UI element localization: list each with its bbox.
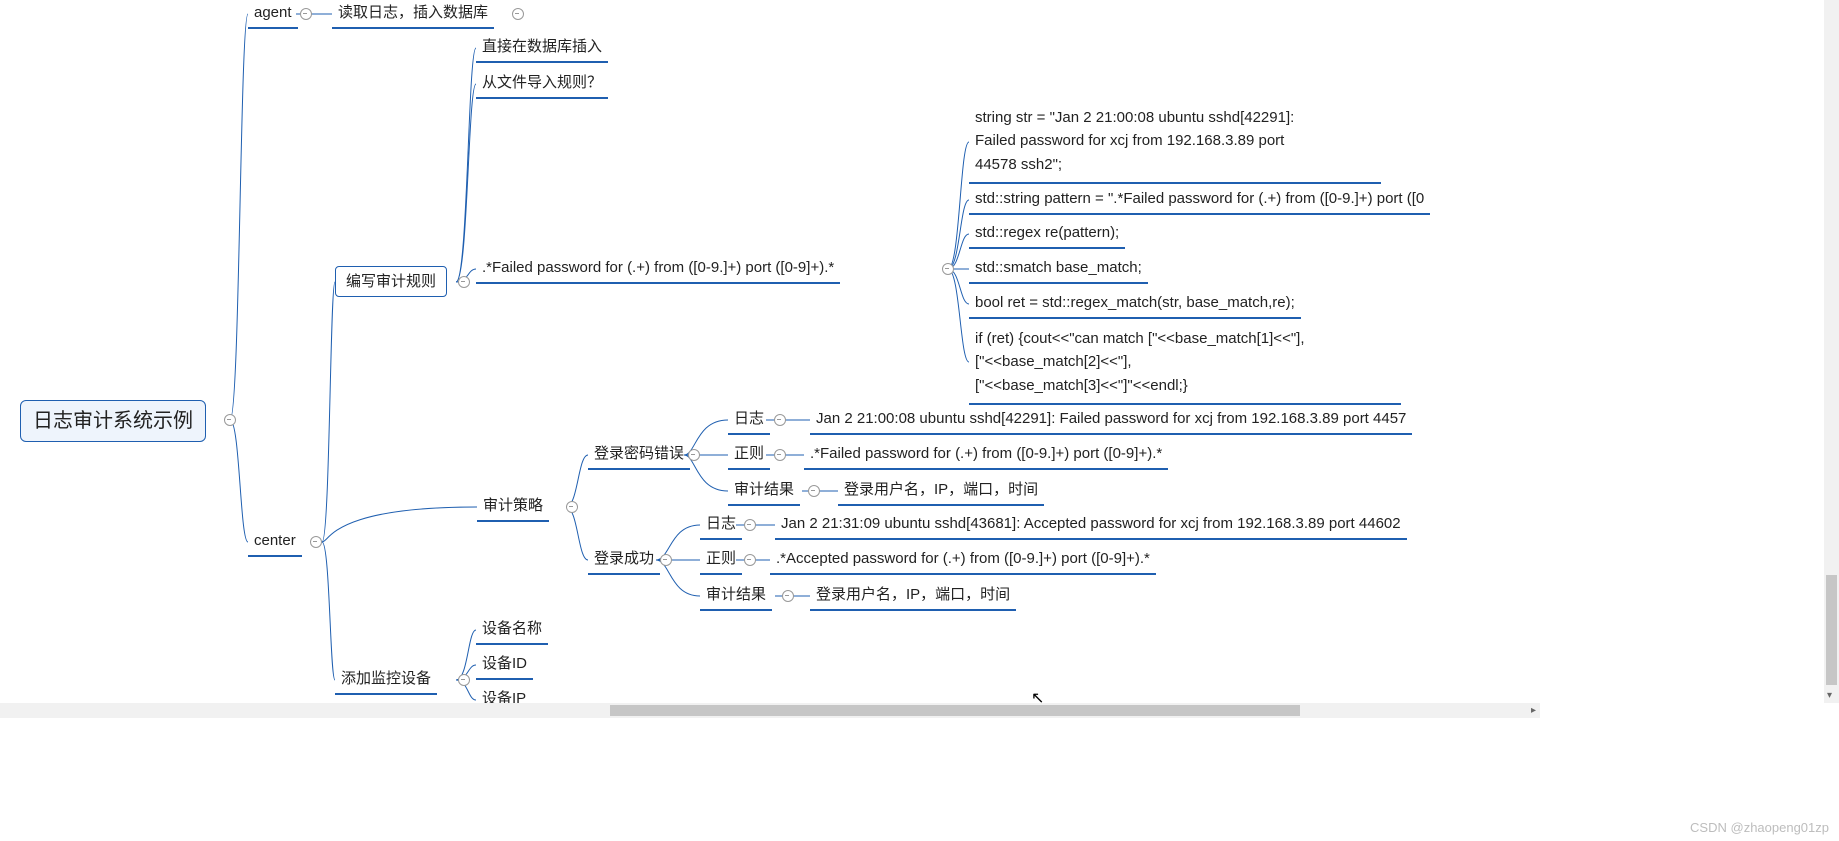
node-fail-log-k[interactable]: 日志	[728, 406, 770, 435]
node-ok-re-v[interactable]: .*Accepted password for (.+) from ([0-9.…	[770, 546, 1156, 575]
expand-dot[interactable]	[310, 536, 322, 548]
code-l6: if (ret) {cout<<"can match ["<<base_matc…	[975, 330, 1305, 394]
horizontal-scrollbar[interactable]: ▸	[0, 703, 1540, 718]
node-ok[interactable]: 登录成功	[588, 546, 660, 575]
expand-dot[interactable]	[458, 674, 470, 686]
node-device-id[interactable]: 设备ID	[476, 651, 533, 680]
expand-dot[interactable]	[774, 414, 786, 426]
agent-label: agent	[254, 4, 292, 21]
rules-label: 编写审计规则	[346, 273, 436, 290]
scroll-down-icon[interactable]: ▾	[1827, 690, 1832, 701]
node-direct-db[interactable]: 直接在数据库插入	[476, 34, 608, 63]
expand-dot[interactable]	[512, 8, 524, 20]
scroll-right-icon[interactable]: ▸	[1531, 705, 1536, 716]
root-node[interactable]: 日志审计系统示例	[20, 400, 206, 442]
node-fail-res-v[interactable]: 登录用户名，IP，端口，时间	[838, 477, 1044, 506]
expand-dot[interactable]	[744, 519, 756, 531]
ok-re-v: .*Accepted password for (.+) from ([0-9.…	[776, 550, 1150, 567]
import-file-label: 从文件导入规则？	[482, 74, 602, 91]
expand-dot[interactable]	[782, 590, 794, 602]
code-l1: string str = "Jan 2 21:00:08 ubuntu sshd…	[975, 109, 1294, 173]
node-code-2[interactable]: std::string pattern = ".*Failed password…	[969, 186, 1430, 215]
node-ok-res-k[interactable]: 审计结果	[700, 582, 772, 611]
node-code-5[interactable]: bool ret = std::regex_match(str, base_ma…	[969, 290, 1301, 319]
policy-label: 审计策略	[483, 497, 543, 514]
node-ok-log-k[interactable]: 日志	[700, 511, 742, 540]
expand-dot[interactable]	[688, 449, 700, 461]
regex-label: .*Failed password for (.+) from ([0-9.]+…	[482, 259, 834, 276]
node-center[interactable]: center	[248, 528, 302, 557]
ok-label: 登录成功	[594, 550, 654, 567]
node-device-name[interactable]: 设备名称	[476, 616, 548, 645]
node-agent-desc[interactable]: 读取日志，插入数据库	[332, 0, 494, 29]
ok-res-k: 审计结果	[706, 586, 766, 603]
device-name: 设备名称	[482, 620, 542, 637]
fail-res-v: 登录用户名，IP，端口，时间	[844, 481, 1038, 498]
code-l5: bool ret = std::regex_match(str, base_ma…	[975, 294, 1295, 311]
node-import-file[interactable]: 从文件导入规则？	[476, 70, 608, 99]
expand-dot[interactable]	[942, 263, 954, 275]
agent-desc-label: 读取日志，插入数据库	[338, 4, 488, 21]
node-fail-re-v[interactable]: .*Failed password for (.+) from ([0-9.]+…	[804, 441, 1168, 470]
node-device[interactable]: 添加监控设备	[335, 666, 437, 695]
node-ok-res-v[interactable]: 登录用户名，IP，端口，时间	[810, 582, 1016, 611]
node-fail-log-v[interactable]: Jan 2 21:00:08 ubuntu sshd[42291]: Faile…	[810, 406, 1412, 435]
node-ok-log-v[interactable]: Jan 2 21:31:09 ubuntu sshd[43681]: Accep…	[775, 511, 1407, 540]
fail-res-k: 审计结果	[734, 481, 794, 498]
expand-dot[interactable]	[808, 485, 820, 497]
node-ok-re-k[interactable]: 正则	[700, 546, 742, 575]
direct-db-label: 直接在数据库插入	[482, 38, 602, 55]
device-id: 设备ID	[482, 655, 527, 672]
code-l4: std::smatch base_match;	[975, 259, 1142, 276]
ok-log-k: 日志	[706, 515, 736, 532]
expand-dot[interactable]	[744, 554, 756, 566]
node-code-4[interactable]: std::smatch base_match;	[969, 255, 1148, 284]
expand-dot[interactable]	[566, 501, 578, 513]
node-fail[interactable]: 登录密码错误	[588, 441, 690, 470]
fail-label: 登录密码错误	[594, 445, 684, 462]
ok-log-v: Jan 2 21:31:09 ubuntu sshd[43681]: Accep…	[781, 515, 1401, 532]
expand-dot[interactable]	[458, 276, 470, 288]
expand-dot[interactable]	[660, 554, 672, 566]
fail-log-k: 日志	[734, 410, 764, 427]
expand-dot[interactable]	[774, 449, 786, 461]
ok-re-k: 正则	[706, 550, 736, 567]
horizontal-scroll-thumb[interactable]	[610, 705, 1300, 716]
code-l2: std::string pattern = ".*Failed password…	[975, 190, 1424, 207]
root-label: 日志审计系统示例	[33, 410, 193, 432]
vertical-scrollbar[interactable]: ▾	[1824, 0, 1839, 703]
ok-res-v: 登录用户名，IP，端口，时间	[816, 586, 1010, 603]
code-l3: std::regex re(pattern);	[975, 224, 1119, 241]
fail-re-v: .*Failed password for (.+) from ([0-9.]+…	[810, 445, 1162, 462]
node-fail-re-k[interactable]: 正则	[728, 441, 770, 470]
node-fail-res-k[interactable]: 审计结果	[728, 477, 800, 506]
node-regex[interactable]: .*Failed password for (.+) from ([0-9.]+…	[476, 255, 840, 284]
fail-re-k: 正则	[734, 445, 764, 462]
mindmap-canvas[interactable]: 日志审计系统示例 agent 读取日志，插入数据库 center 编写审计规则 …	[0, 0, 1839, 841]
node-rules[interactable]: 编写审计规则	[335, 266, 447, 297]
device-label: 添加监控设备	[341, 670, 431, 687]
node-agent[interactable]: agent	[248, 0, 298, 29]
node-code-6[interactable]: if (ret) {cout<<"can match ["<<base_matc…	[969, 325, 1401, 405]
fail-log-v: Jan 2 21:00:08 ubuntu sshd[42291]: Faile…	[816, 410, 1406, 427]
node-code-1[interactable]: string str = "Jan 2 21:00:08 ubuntu sshd…	[969, 104, 1381, 184]
node-code-3[interactable]: std::regex re(pattern);	[969, 220, 1125, 249]
expand-dot[interactable]	[300, 8, 312, 20]
node-policy[interactable]: 审计策略	[477, 493, 549, 522]
expand-dot[interactable]	[224, 414, 236, 426]
watermark-text: CSDN @zhaopeng01zp	[1690, 820, 1829, 835]
center-label: center	[254, 532, 296, 549]
vertical-scroll-thumb[interactable]	[1826, 575, 1837, 685]
watermark: CSDN @zhaopeng01zp	[1690, 820, 1829, 835]
